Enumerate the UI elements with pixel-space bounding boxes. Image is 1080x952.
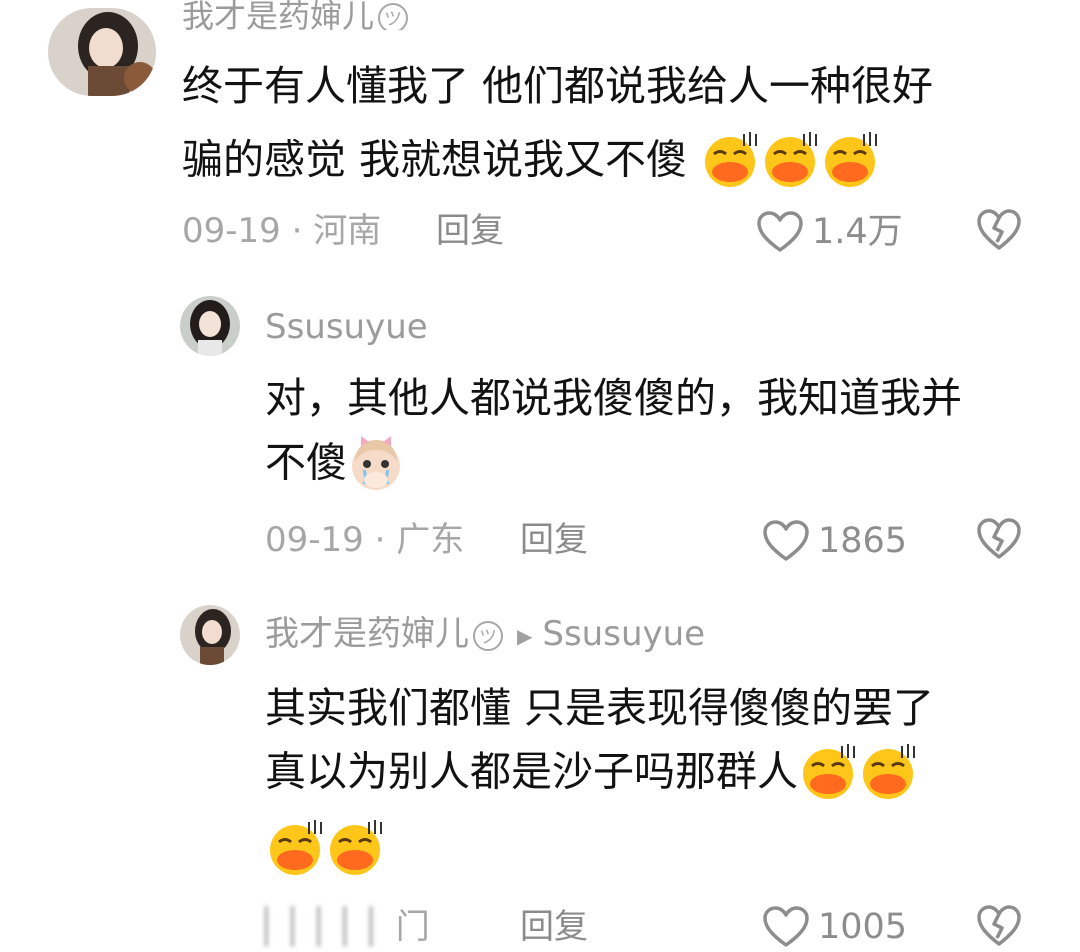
reply-button[interactable]: 回复 <box>436 214 504 248</box>
comment-username[interactable]: 我才是药婶儿ツ <box>182 0 409 30</box>
broken-heart-icon <box>977 209 1021 250</box>
comment-meta: 09-19 · 河南 <box>182 214 381 248</box>
reply-to-username[interactable]: Ssusuyue <box>542 614 705 654</box>
comment-text-line: 真以为别人都是沙子吗那群人 <box>265 742 918 804</box>
broken-heart-icon <box>977 518 1021 559</box>
kiss-face-emoji <box>700 130 760 190</box>
comment-location: 河南 <box>313 211 382 251</box>
kiss-face-emoji <box>820 130 880 190</box>
meta-separator: · <box>291 211 314 251</box>
like-count: 1865 <box>818 520 908 561</box>
comment-text-line: 终于有人懂我了 他们都说我给人一种很好 <box>182 62 934 110</box>
avatar[interactable] <box>180 605 240 665</box>
kiss-face-emoji <box>858 742 918 802</box>
heart-outline-icon <box>763 906 809 947</box>
avatar[interactable] <box>48 8 156 96</box>
like-count: 1.4万 <box>812 211 903 252</box>
comment-location-partial: 门 <box>395 907 430 947</box>
triangle-right-icon: ▶ <box>517 623 533 648</box>
dislike-button[interactable] <box>976 904 1022 948</box>
comment-date: 09-19 <box>182 211 281 251</box>
comment-text-line: 不傻 <box>265 432 405 494</box>
reply-button[interactable]: 回复 <box>520 523 588 557</box>
crying-girl-emoji <box>347 432 405 494</box>
heart-outline-icon <box>763 520 809 561</box>
smile-badge-icon: ツ <box>378 3 409 30</box>
like-button[interactable]: 1865 <box>762 517 907 565</box>
comment-text-line: 其实我们都懂 只是表现得傻傻的罢了 <box>265 684 935 732</box>
comment-username[interactable]: 我才是药婶儿 <box>265 614 469 654</box>
reply-button[interactable]: 回复 <box>520 910 588 944</box>
dislike-button[interactable] <box>976 517 1022 561</box>
kiss-face-emoji <box>265 818 325 878</box>
comment-meta: 09-19 · 广东 <box>265 523 464 557</box>
kiss-face-emoji <box>760 130 820 190</box>
comment-date: 09-19 <box>265 520 364 560</box>
broken-heart-icon <box>977 905 1021 946</box>
comment-username[interactable]: Ssusuyue <box>265 310 428 344</box>
comment-emoji-line <box>265 818 385 880</box>
comment-text-line: 骗的感觉 我就想说我又不傻 <box>182 130 880 190</box>
kiss-face-emoji <box>798 742 858 802</box>
comment-meta: ▏▏▏▏▏门 <box>265 910 430 944</box>
avatar-image <box>180 296 240 356</box>
dislike-button[interactable] <box>976 208 1022 252</box>
smile-badge-icon: ツ <box>473 620 503 651</box>
kiss-face-emoji <box>325 818 385 878</box>
like-count: 1005 <box>818 906 908 947</box>
like-button[interactable]: 1.4万 <box>756 208 903 256</box>
avatar[interactable] <box>180 296 240 356</box>
avatar-image <box>180 605 240 665</box>
reply-header: 我才是药婶儿ツ ▶ Ssusuyue <box>265 617 705 651</box>
heart-outline-icon <box>757 211 803 252</box>
avatar-image <box>48 8 156 96</box>
like-button[interactable]: 1005 <box>762 904 907 950</box>
comment-date: ▏▏▏▏▏ <box>265 907 396 947</box>
meta-separator: · <box>374 520 397 560</box>
comment-location: 广东 <box>396 520 465 560</box>
comment-text-line: 对，其他人都说我傻傻的，我知道我并 <box>265 374 962 422</box>
